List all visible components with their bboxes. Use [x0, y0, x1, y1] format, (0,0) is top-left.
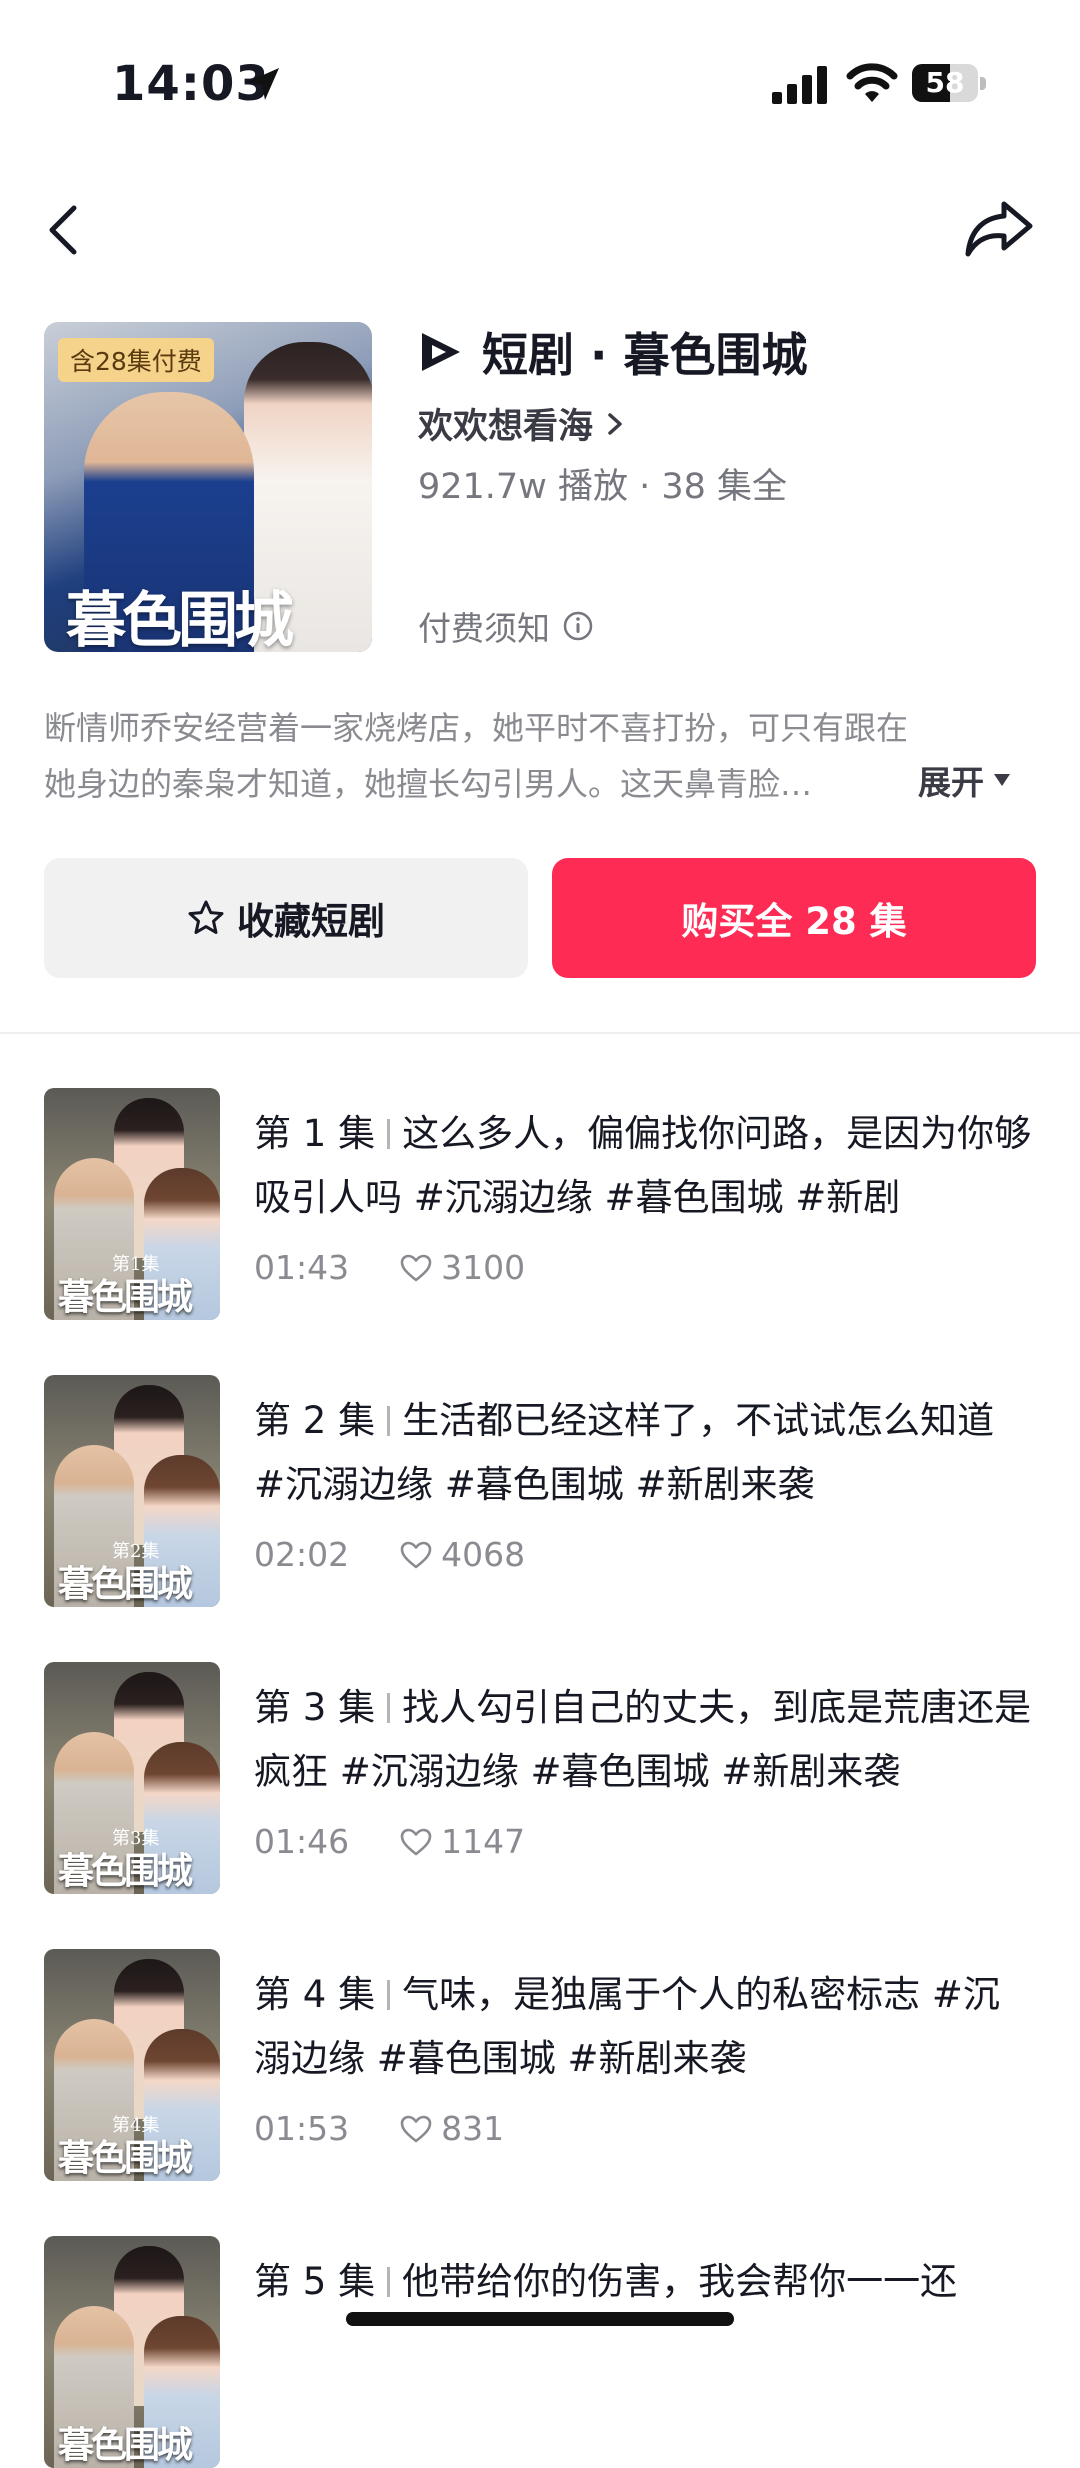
episode-title: 第 3 集找人勾引自己的丈夫，到底是荒唐还是疯狂 #沉溺边缘 #暮色围城 #新剧…: [254, 1676, 1036, 1804]
episode-item[interactable]: 第3集 暮色围城 第 3 集找人勾引自己的丈夫，到底是荒唐还是疯狂 #沉溺边缘 …: [44, 1662, 1036, 1894]
episode-number: 第 4 集: [254, 1973, 376, 2016]
thumbnail-title: 暮色围城: [58, 1276, 193, 1318]
episode-caption: 他带给你的伤害，我会帮你一一还: [402, 2260, 958, 2303]
expand-button[interactable]: 展开: [918, 756, 1012, 804]
description-line: 她身边的秦枭才知道，她擅长勾引男人。这天鼻青脸…: [44, 765, 813, 803]
thumbnail-title: 暮色围城: [58, 1850, 193, 1892]
location-arrow-icon: [247, 68, 279, 100]
favorite-button[interactable]: 收藏短剧: [44, 858, 528, 978]
episode-item[interactable]: 第2集 暮色围城 第 2 集生活都已经这样了，不试试怎么知道 #沉溺边缘 #暮色…: [44, 1375, 1036, 1607]
drama-title-row: 短剧 · 暮色围城: [418, 322, 808, 382]
home-indicator[interactable]: [346, 2312, 734, 2326]
episode-title: 第 4 集气味，是独属于个人的私密标志 #沉溺边缘 #暮色围城 #新剧来袭: [254, 1963, 1036, 2091]
heart-icon: [400, 1541, 432, 1568]
expand-label: 展开: [918, 763, 984, 802]
star-icon: [188, 900, 224, 934]
pay-notice-label: 付费须知: [418, 609, 550, 648]
status-bar: 14:03 58: [0, 0, 1080, 170]
episode-duration: 01:43: [254, 1248, 350, 1287]
description: 断情师乔安经营着一家烧烤店，她平时不喜打扮，可只有跟在 她身边的秦枭才知道，她擅…: [44, 700, 1036, 812]
chevron-right-icon: [608, 412, 622, 435]
paid-episodes-badge: 含28集付费: [58, 338, 214, 382]
episode-meta: 01:46 1147: [254, 1822, 525, 1861]
pay-notice-link[interactable]: 付费须知: [418, 602, 594, 650]
episode-likes: 1147: [441, 1822, 526, 1861]
episode-likes: 831: [441, 2109, 505, 2148]
episode-thumbnail: 第1集 暮色围城: [44, 1088, 220, 1320]
thumbnail-title: 暮色围城: [58, 2137, 193, 2179]
episode-meta: 02:02 4068: [254, 1535, 525, 1574]
episode-title: 第 5 集他带给你的伤害，我会帮你一一还: [254, 2250, 1036, 2314]
episode-title: 第 1 集这么多人，偏偏找你问路，是因为你够吸引人吗 #沉溺边缘 #暮色围城 #…: [254, 1102, 1036, 1230]
episode-meta: 01:43 3100: [254, 1248, 525, 1287]
heart-icon: [400, 1254, 432, 1281]
battery-level: 58: [925, 66, 965, 99]
drama-logo-icon: [422, 333, 460, 371]
episode-meta: 01:53 831: [254, 2109, 504, 2148]
episode-number: 第 1 集: [254, 1112, 376, 1155]
divider: [0, 1032, 1080, 1034]
author-link[interactable]: 欢欢想看海: [418, 398, 625, 449]
back-icon[interactable]: [40, 200, 90, 260]
episode-title: 第 2 集生活都已经这样了，不试试怎么知道 #沉溺边缘 #暮色围城 #新剧来袭: [254, 1389, 1036, 1517]
drama-cover[interactable]: 含28集付费 暮色围城: [44, 322, 372, 652]
episode-thumbnail: 第4集 暮色围城: [44, 1949, 220, 2181]
page-title: 短剧 · 暮色围城: [482, 328, 808, 382]
episode-item[interactable]: 第1集 暮色围城 第 1 集这么多人，偏偏找你问路，是因为你够吸引人吗 #沉溺边…: [44, 1088, 1036, 1320]
episode-item[interactable]: 暮色围城 第 5 集他带给你的伤害，我会帮你一一还: [44, 2236, 1036, 2468]
cellular-signal-icon: [772, 66, 827, 104]
episode-thumbnail: 暮色围城: [44, 2236, 220, 2468]
episode-thumbnail: 第3集 暮色围城: [44, 1662, 220, 1894]
episode-duration: 02:02: [254, 1535, 350, 1574]
heart-icon: [400, 1828, 432, 1855]
description-line: 断情师乔安经营着一家烧烤店，她平时不喜打扮，可只有跟在: [44, 709, 909, 747]
triangle-down-icon: [994, 774, 1010, 786]
wifi-icon: [846, 63, 898, 102]
episode-likes: 4068: [441, 1535, 526, 1574]
thumbnail-title: 暮色围城: [58, 1563, 193, 1605]
thumbnail-title: 暮色围城: [58, 2424, 193, 2466]
episode-duration: 01:53: [254, 2109, 350, 2148]
heart-icon: [400, 2115, 432, 2142]
play-stats: 921.7w 播放 · 38 集全: [418, 467, 787, 507]
episode-number: 第 5 集: [254, 2260, 376, 2303]
cover-title: 暮色围城: [66, 586, 294, 652]
author-name: 欢欢想看海: [418, 407, 594, 447]
episode-duration: 01:46: [254, 1822, 350, 1861]
episode-likes: 3100: [441, 1248, 526, 1287]
episode-item[interactable]: 第4集 暮色围城 第 4 集气味，是独属于个人的私密标志 #沉溺边缘 #暮色围城…: [44, 1949, 1036, 2181]
share-icon[interactable]: [964, 196, 1036, 260]
battery-icon: 58: [912, 64, 988, 104]
favorite-label: 收藏短剧: [237, 900, 385, 943]
buy-all-button[interactable]: 购买全 28 集: [552, 858, 1036, 978]
episode-number: 第 3 集: [254, 1686, 376, 1729]
buy-label: 购买全 28 集: [681, 900, 907, 943]
episode-thumbnail: 第2集 暮色围城: [44, 1375, 220, 1607]
episode-number: 第 2 集: [254, 1399, 376, 1442]
info-icon: [563, 611, 593, 641]
